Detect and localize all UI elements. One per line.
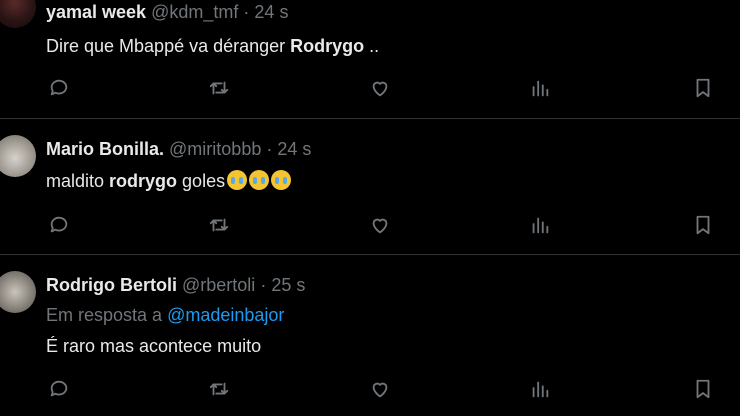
bookmark-icon <box>696 379 710 399</box>
user-handle[interactable]: @miritobbb <box>169 139 261 159</box>
timestamp[interactable]: 24 s <box>254 2 288 22</box>
reply-context: Em resposta a @madeinbajor <box>46 305 284 326</box>
tweet-text-part: maldito <box>46 171 110 191</box>
tweet-text-bold: Rodrygo <box>290 36 365 56</box>
timestamp[interactable]: 24 s <box>277 139 311 159</box>
tweet-header: Rodrigo Bertoli @rbertoli · 25 s <box>46 275 305 296</box>
bookmark-button[interactable] <box>689 375 717 403</box>
tweet-text-part: goles <box>177 171 226 191</box>
reply-icon <box>50 380 68 397</box>
display-name[interactable]: Mario Bonilla. <box>46 139 164 159</box>
timestamp[interactable]: 25 s <box>271 275 305 295</box>
display-name[interactable]: yamal week <box>46 2 146 22</box>
views-button[interactable] <box>526 211 554 239</box>
reply-icon <box>50 79 68 96</box>
retweet-icon <box>209 218 229 232</box>
tweet-text-part: É raro mas acontece muito <box>46 336 262 356</box>
separator: · <box>266 139 273 159</box>
retweet-icon <box>209 81 229 95</box>
mention-link[interactable]: @madeinbajor <box>167 305 284 325</box>
crying-face-icon <box>227 170 248 190</box>
crying-face-icon <box>249 170 270 190</box>
retweet-button[interactable] <box>205 74 233 102</box>
reply-button[interactable] <box>45 74 73 102</box>
views-icon <box>532 381 549 398</box>
avatar[interactable] <box>0 135 36 177</box>
separator: · <box>260 275 267 295</box>
tweet-text: Dire que Mbappé va déranger Rodrygo .. <box>46 36 379 57</box>
reply-button[interactable] <box>45 375 73 403</box>
bookmark-button[interactable] <box>689 74 717 102</box>
bookmark-button[interactable] <box>689 211 717 239</box>
retweet-button[interactable] <box>205 211 233 239</box>
tweet-text: É raro mas acontece muito <box>46 336 261 357</box>
reply-icon <box>50 216 68 233</box>
views-icon <box>532 80 549 97</box>
user-handle[interactable]: @kdm_tmf <box>151 2 238 22</box>
separator: · <box>243 2 250 22</box>
tweet-text: maldito rodrygo goles <box>46 170 292 192</box>
like-button[interactable] <box>366 74 394 102</box>
like-icon <box>372 382 388 398</box>
like-button[interactable] <box>366 375 394 403</box>
retweet-button[interactable] <box>205 375 233 403</box>
like-button[interactable] <box>366 211 394 239</box>
tweet-text-bold: rodrygo <box>109 171 178 191</box>
avatar[interactable] <box>0 271 36 313</box>
views-button[interactable] <box>526 375 554 403</box>
avatar[interactable] <box>0 0 36 28</box>
views-button[interactable] <box>526 74 554 102</box>
bookmark-icon <box>696 215 710 235</box>
retweet-icon <box>209 382 229 396</box>
tweet-actions <box>0 375 740 403</box>
crying-face-icon <box>271 170 292 190</box>
tweet-1[interactable]: yamal week @kdm_tmf · 24 s Dire que Mbap… <box>0 0 740 118</box>
reply-prefix: Em resposta a <box>46 305 168 325</box>
tweet-3[interactable]: Rodrigo Bertoli @rbertoli · 25 s Em resp… <box>0 255 740 416</box>
tweet-header: Mario Bonilla. @miritobbb · 24 s <box>46 139 311 160</box>
like-icon <box>372 81 388 97</box>
tweet-text-part: Dire que Mbappé va déranger <box>46 36 291 56</box>
tweet-actions <box>0 211 740 239</box>
tweet-2[interactable]: Mario Bonilla. @miritobbb · 24 s maldito… <box>0 119 740 254</box>
bookmark-icon <box>696 78 710 98</box>
tweet-text-part: .. <box>364 36 380 56</box>
display-name[interactable]: Rodrigo Bertoli <box>46 275 177 295</box>
like-icon <box>372 218 388 234</box>
user-handle[interactable]: @rbertoli <box>182 275 255 295</box>
reply-button[interactable] <box>45 211 73 239</box>
tweet-header: yamal week @kdm_tmf · 24 s <box>46 2 288 23</box>
tweet-actions <box>0 74 740 102</box>
views-icon <box>532 217 549 234</box>
